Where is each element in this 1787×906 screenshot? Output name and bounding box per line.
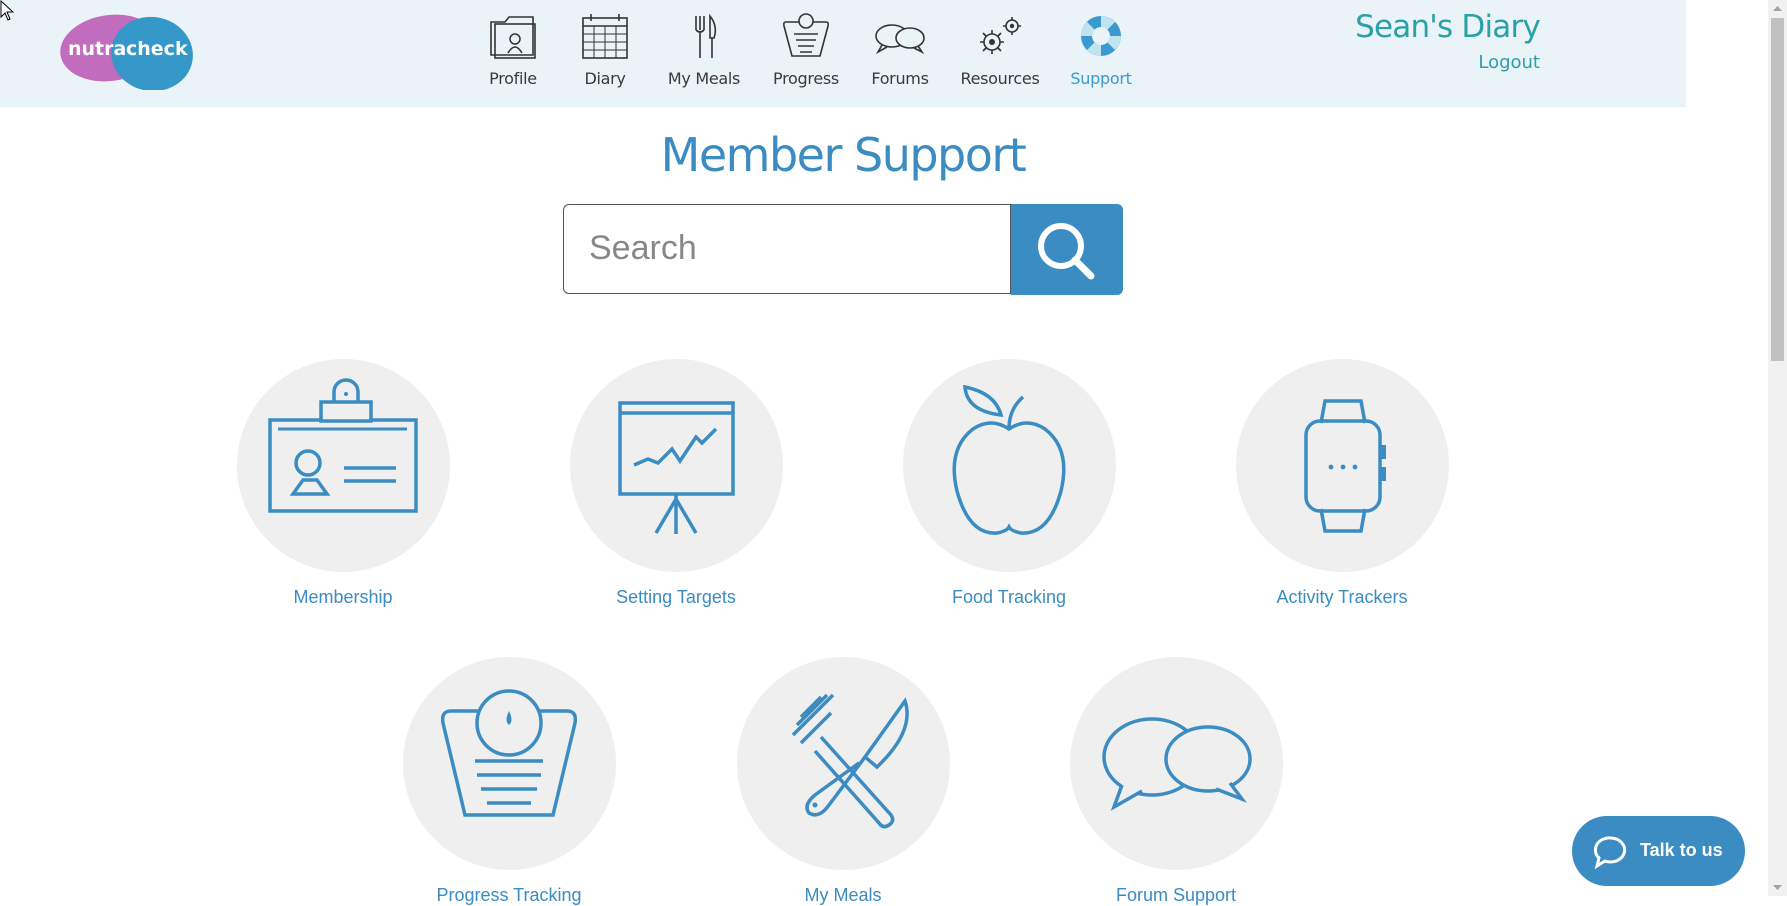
nav-diary[interactable]: Diary bbox=[550, 12, 660, 88]
tile-circle bbox=[1069, 657, 1283, 870]
nav-my-meals[interactable]: My Meals bbox=[649, 12, 759, 88]
search-icon bbox=[1038, 223, 1095, 280]
speech-bubbles-icon bbox=[1101, 717, 1252, 811]
presentation-chart-icon bbox=[617, 401, 735, 534]
logo-text-left: nutra bbox=[68, 38, 126, 60]
logout-link[interactable]: Logout bbox=[1478, 52, 1540, 73]
page-scrollbar[interactable] bbox=[1768, 0, 1787, 896]
apple-icon bbox=[952, 384, 1065, 535]
tile-activity-trackers-label: Activity Trackers bbox=[1276, 587, 1408, 607]
tile-forum-support[interactable]: Forum Support bbox=[1031, 657, 1321, 906]
calendar-icon bbox=[582, 14, 628, 59]
search-input[interactable] bbox=[564, 205, 1009, 291]
logo-text-right: check bbox=[126, 38, 188, 60]
talk-to-us-button[interactable]: Talk to us bbox=[1572, 816, 1745, 886]
search-button[interactable] bbox=[1011, 204, 1123, 295]
scales-icon bbox=[440, 689, 577, 817]
tile-food-tracking[interactable]: Food Tracking bbox=[864, 359, 1154, 608]
nav-support[interactable]: Support bbox=[1046, 12, 1156, 88]
chat-bubble-icon bbox=[1594, 836, 1627, 869]
tile-setting-targets-label: Setting Targets bbox=[616, 587, 736, 607]
page-title: Member Support bbox=[660, 128, 1027, 182]
profile-folder-icon bbox=[490, 16, 536, 59]
nav-diary-label: Diary bbox=[584, 69, 626, 88]
talk-to-us-label: Talk to us bbox=[1640, 840, 1723, 860]
tile-circle bbox=[1235, 359, 1449, 572]
site-header: nutra check Profile Diary My Meals Progr… bbox=[0, 0, 1686, 107]
id-card-icon bbox=[267, 378, 418, 513]
scroll-up-arrow-icon[interactable] bbox=[1768, 0, 1787, 17]
tile-membership[interactable]: Membership bbox=[198, 359, 488, 608]
fork-knife-icon bbox=[791, 693, 909, 829]
nutracheck-logo-graphic: nutra check bbox=[60, 14, 193, 90]
tile-circle bbox=[736, 657, 950, 870]
tile-circle bbox=[569, 359, 783, 572]
tile-circle bbox=[402, 657, 616, 870]
scales-icon bbox=[782, 13, 830, 57]
nav-forums[interactable]: Forums bbox=[845, 12, 955, 88]
tile-progress-tracking[interactable]: Progress Tracking bbox=[364, 657, 654, 906]
speech-bubbles-icon bbox=[875, 24, 925, 55]
tile-membership-label: Membership bbox=[293, 587, 393, 607]
nav-resources[interactable]: Resources bbox=[945, 12, 1055, 88]
smartwatch-icon bbox=[1303, 399, 1386, 533]
tile-activity-trackers[interactable]: Activity Trackers bbox=[1197, 359, 1487, 608]
search-field[interactable] bbox=[563, 204, 1011, 294]
tile-circle bbox=[902, 359, 1116, 572]
scrollbar-thumb[interactable] bbox=[1771, 18, 1784, 361]
mouse-cursor-icon bbox=[0, 0, 14, 21]
fork-knife-icon bbox=[695, 13, 717, 58]
nutracheck-logo[interactable]: nutra check bbox=[60, 10, 195, 90]
tile-circle bbox=[236, 359, 450, 572]
scroll-down-arrow-icon[interactable] bbox=[1768, 879, 1787, 896]
nav-support-label: Support bbox=[1070, 69, 1132, 88]
tile-setting-targets[interactable]: Setting Targets bbox=[531, 359, 821, 608]
user-diary-title[interactable]: Sean's Diary bbox=[1355, 9, 1541, 45]
nav-forums-label: Forums bbox=[871, 69, 929, 88]
lifebuoy-icon bbox=[1081, 16, 1121, 56]
nav-resources-label: Resources bbox=[960, 69, 1040, 88]
nav-my-meals-label: My Meals bbox=[667, 69, 741, 88]
gears-icon bbox=[980, 17, 1021, 54]
tile-my-meals[interactable]: My Meals bbox=[698, 657, 988, 906]
tile-food-tracking-label: Food Tracking bbox=[951, 587, 1067, 607]
